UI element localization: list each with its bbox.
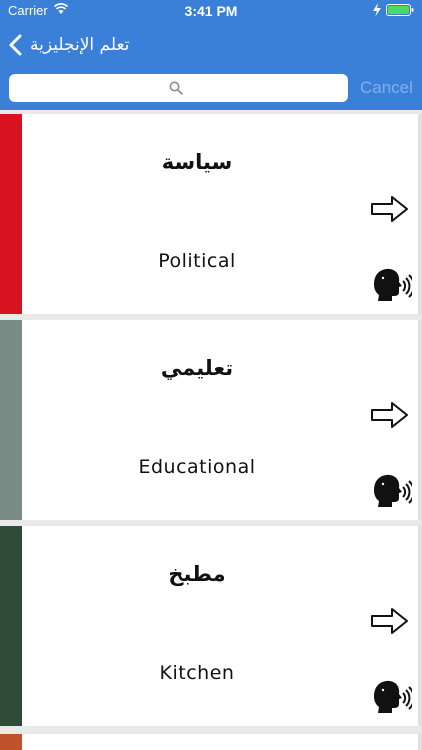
english-word: Kitchen: [159, 662, 235, 684]
card-body: تعليمي Educational: [22, 320, 418, 520]
arrow-right-icon[interactable]: [370, 606, 410, 636]
arrow-right-icon[interactable]: [370, 400, 410, 430]
charging-icon: [373, 3, 381, 17]
clock: 3:41 PM: [184, 3, 238, 19]
word-card[interactable]: سياسة Political: [0, 114, 422, 314]
english-word: Educational: [138, 456, 256, 478]
navigation-bar: Carrier 3:41 PM تعلم الإنجليزية: [0, 0, 422, 66]
card-body: مطبخ Kitchen: [22, 526, 418, 726]
arabic-word: مطبخ: [168, 562, 226, 586]
card-color-stripe: [0, 320, 22, 520]
cancel-button[interactable]: Cancel: [360, 78, 413, 98]
arabic-word: تعليمي: [160, 356, 234, 380]
speaker-head-icon[interactable]: [370, 470, 412, 510]
speaker-head-icon[interactable]: [370, 676, 412, 716]
battery-icon: [386, 4, 414, 16]
english-word: Political: [158, 250, 236, 272]
card-color-stripe: [0, 734, 22, 750]
search-field-container: [9, 74, 352, 104]
word-card[interactable]: تعليمي Educational: [0, 320, 422, 520]
back-button[interactable]: تعلم الإنجليزية: [8, 30, 168, 60]
back-button-label: تعلم الإنجليزية: [30, 35, 130, 55]
word-card[interactable]: مطبخ Kitchen: [0, 526, 422, 726]
arabic-word: سياسة: [161, 150, 233, 174]
card-body: [22, 734, 418, 750]
word-card[interactable]: [0, 734, 422, 750]
card-color-stripe: [0, 114, 22, 314]
speaker-head-icon[interactable]: [370, 264, 412, 304]
search-input[interactable]: [9, 74, 352, 104]
card-color-stripe: [0, 526, 22, 726]
chevron-left-icon: [9, 34, 22, 56]
arrow-right-icon[interactable]: [370, 194, 410, 224]
search-bar: Cancel: [0, 66, 422, 110]
card-body: سياسة Political: [22, 114, 418, 314]
status-bar: Carrier 3:41 PM: [0, 0, 422, 22]
